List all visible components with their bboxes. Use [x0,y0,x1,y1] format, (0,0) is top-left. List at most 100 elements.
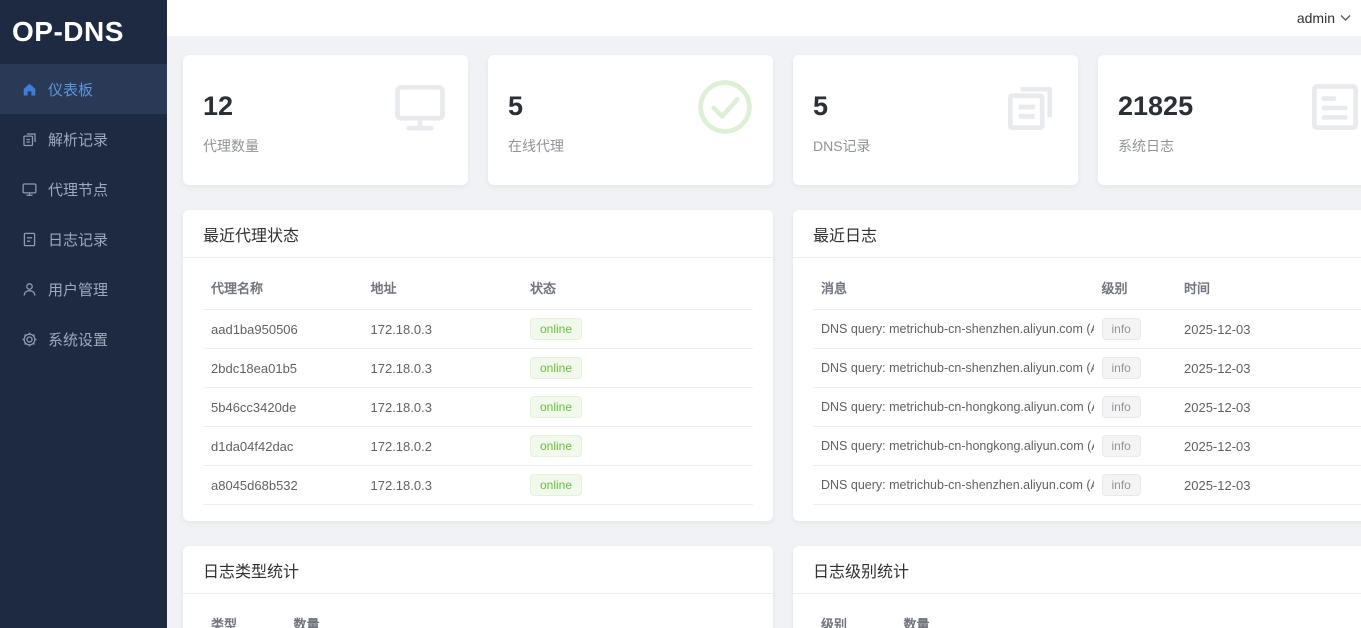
sidebar-item-label: 系统设置 [48,329,108,350]
topbar: admin [167,0,1361,36]
log-message-cell: DNS query: metrichub-cn-shenzhen.aliyun.… [813,466,1094,505]
dashboard-content: 12 代理数量 5 在线代理 5 DNS记录 [167,36,1361,628]
level-badge: info [1102,357,1141,379]
column-header: 地址 [363,266,523,310]
log-row: DNS query: metrichub-cn-hongkong.aliyun.… [813,388,1361,427]
document-list-icon [1305,77,1361,142]
column-header: 数量 [896,602,1361,628]
sidebar-item-label: 解析记录 [48,129,108,150]
copy-document-icon [20,130,38,148]
panel-title: 最近日志 [793,210,1361,258]
log-level-cell: info [1094,388,1177,427]
sidebar-item-users[interactable]: 用户管理 [0,264,167,314]
stat-card-online-agents: 5 在线代理 [488,55,773,185]
recent-logs-table: 消息 级别 时间 DNS query: metrichub-cn-shenzhe… [793,258,1361,521]
column-header: 消息 [813,266,1094,310]
sidebar-item-agent-nodes[interactable]: 代理节点 [0,164,167,214]
panel-title: 最近代理状态 [183,210,773,258]
monitor-icon [390,77,450,142]
column-header: 数量 [286,602,754,628]
log-time-cell: 2025-12-03 [1176,310,1361,349]
sidebar: OP-DNS 仪表板 解析记录 代理节点 [0,0,167,628]
user-name: admin [1297,10,1335,26]
document-icon [20,230,38,248]
column-header: 状态 [522,266,753,310]
log-type-stats-panel: 日志类型统计 类型 数量 query [183,546,773,628]
app-logo: OP-DNS [0,0,167,64]
sidebar-item-label: 仪表板 [48,79,93,100]
panel-title: 日志类型统计 [183,546,773,594]
agent-status-cell: online [522,427,753,466]
sidebar-item-label: 代理节点 [48,179,108,200]
sidebar-item-dashboard[interactable]: 仪表板 [0,64,167,114]
sidebar-item-label: 用户管理 [48,279,108,300]
panel-row-recent: 最近代理状态 代理名称 地址 状态 [183,210,1361,521]
status-badge: online [530,435,582,457]
agent-status-cell: online [522,310,753,349]
agent-row: aad1ba950506 172.18.0.3 online [203,310,753,349]
sidebar-menu: 仪表板 解析记录 代理节点 日志记录 [0,64,167,364]
log-message-cell: DNS query: metrichub-cn-shenzhen.aliyun.… [813,349,1094,388]
table-header-row: 代理名称 地址 状态 [203,266,753,310]
column-header: 类型 [203,602,286,628]
stat-card-agent-count: 12 代理数量 [183,55,468,185]
sidebar-item-logs[interactable]: 日志记录 [0,214,167,264]
column-header: 级别 [1094,266,1177,310]
log-level-cell: info [1094,427,1177,466]
log-time-cell: 2025-12-03 [1176,388,1361,427]
stat-card-system-logs: 21825 系统日志 [1098,55,1361,185]
agent-status-cell: online [522,388,753,427]
log-level-stats-table: 级别 数量 info 21825 [793,594,1361,628]
status-badge: online [530,357,582,379]
panel-row-stats: 日志类型统计 类型 数量 query [183,546,1361,628]
log-row: DNS query: metrichub-cn-hongkong.aliyun.… [813,427,1361,466]
stat-cards: 12 代理数量 5 在线代理 5 DNS记录 [183,55,1361,185]
agent-address-cell: 172.18.0.3 [363,466,523,505]
table-header-row: 级别 数量 [813,602,1361,628]
log-time-cell: 2025-12-03 [1176,466,1361,505]
log-time-cell: 2025-12-03 [1176,427,1361,466]
sidebar-item-dns-records[interactable]: 解析记录 [0,114,167,164]
user-icon [20,280,38,298]
level-badge: info [1102,474,1141,496]
status-badge: online [530,474,582,496]
log-row: DNS query: metrichub-cn-shenzhen.aliyun.… [813,310,1361,349]
check-circle-icon [695,77,755,142]
table-header-row: 消息 级别 时间 [813,266,1361,310]
status-badge: online [530,396,582,418]
agent-name-cell: a8045d68b532 [203,466,363,505]
log-level-cell: info [1094,310,1177,349]
log-row: DNS query: metrichub-cn-shenzhen.aliyun.… [813,349,1361,388]
column-header: 时间 [1176,266,1361,310]
column-header: 代理名称 [203,266,363,310]
panel-title: 日志级别统计 [793,546,1361,594]
sidebar-item-label: 日志记录 [48,229,108,250]
agent-name-cell: 2bdc18ea01b5 [203,349,363,388]
agent-status-cell: online [522,466,753,505]
level-badge: info [1102,435,1141,457]
recent-logs-panel: 最近日志 消息 级别 时间 DNS [793,210,1361,521]
log-message-cell: DNS query: metrichub-cn-hongkong.aliyun.… [813,427,1094,466]
level-badge: info [1102,396,1141,418]
log-level-cell: info [1094,466,1177,505]
status-badge: online [530,318,582,340]
home-icon [20,80,38,98]
agent-status-cell: online [522,349,753,388]
level-badge: info [1102,318,1141,340]
column-header: 级别 [813,602,896,628]
agent-row: a8045d68b532 172.18.0.3 online [203,466,753,505]
table-header-row: 类型 数量 [203,602,753,628]
log-row: DNS query: metrichub-cn-shenzhen.aliyun.… [813,466,1361,505]
app-root: OP-DNS 仪表板 解析记录 代理节点 [0,0,1361,628]
agent-address-cell: 172.18.0.3 [363,388,523,427]
user-menu[interactable]: admin [1297,10,1351,26]
recent-agents-panel: 最近代理状态 代理名称 地址 状态 [183,210,773,521]
agent-address-cell: 172.18.0.3 [363,310,523,349]
monitor-icon [20,180,38,198]
agent-row: 2bdc18ea01b5 172.18.0.3 online [203,349,753,388]
log-level-stats-panel: 日志级别统计 级别 数量 info [793,546,1361,628]
sidebar-item-settings[interactable]: 系统设置 [0,314,167,364]
agent-name-cell: d1da04f42dac [203,427,363,466]
agent-row: d1da04f42dac 172.18.0.2 online [203,427,753,466]
chevron-down-icon [1340,14,1351,22]
